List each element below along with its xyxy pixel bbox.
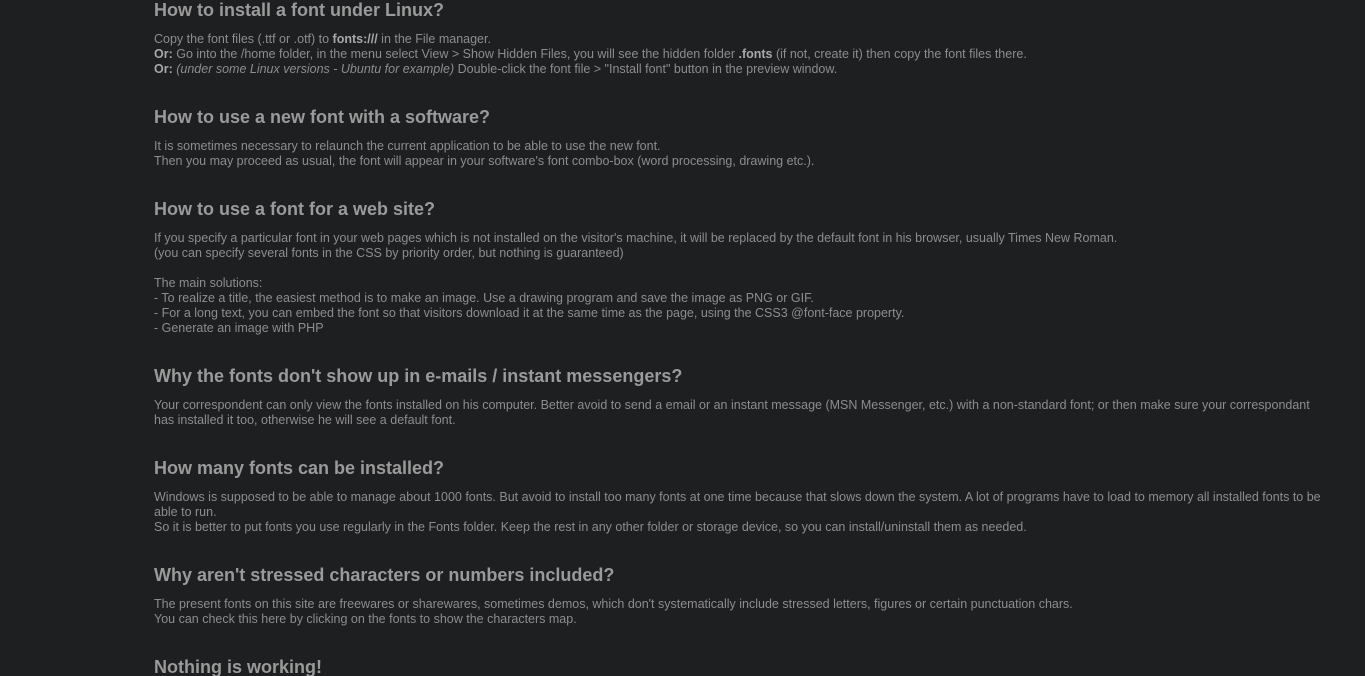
text-line: Windows is supposed to be able to manage… — [154, 490, 1321, 519]
or-label: Or: — [154, 47, 173, 61]
faq-content: How to install a font under Linux? Copy … — [154, 0, 1329, 676]
faq-section-emails: Why the fonts don't show up in e-mails /… — [154, 358, 1329, 428]
faq-section-how-many: How many fonts can be installed? Windows… — [154, 450, 1329, 535]
section-title: How many fonts can be installed? — [154, 458, 445, 478]
text-line: It is sometimes necessary to relaunch th… — [154, 139, 661, 153]
text-line: If you specify a particular font in your… — [154, 231, 1118, 245]
text-line: The main solutions: — [154, 276, 263, 290]
or-label: Or: — [154, 62, 173, 76]
text-line: (you can specify several fonts in the CS… — [154, 246, 624, 260]
section-body: The present fonts on this site are freew… — [154, 597, 1329, 627]
faq-section-web: How to use a font for a web site? If you… — [154, 191, 1329, 336]
section-title: Why the fonts don't show up in e-mails /… — [154, 366, 683, 386]
list-item: - Generate an image with PHP — [154, 321, 324, 335]
list-item: - To realize a title, the easiest method… — [154, 291, 814, 305]
text-line: Or: (under some Linux versions - Ubuntu … — [154, 62, 838, 76]
faq-section-linux: How to install a font under Linux? Copy … — [154, 0, 1329, 77]
section-title: Nothing is working! — [154, 657, 322, 676]
fonts-path: fonts:/// — [332, 32, 378, 46]
section-body: If you specify a particular font in your… — [154, 231, 1329, 336]
faq-section-software: How to use a new font with a software? I… — [154, 99, 1329, 169]
text-line: Copy the font files (.ttf or .otf) to fo… — [154, 32, 491, 46]
faq-section-stressed-chars: Why aren't stressed characters or number… — [154, 557, 1329, 627]
text-line: Or: Go into the /home folder, in the men… — [154, 47, 1027, 61]
faq-section-nothing-working: Nothing is working! — [154, 649, 1329, 676]
text-line: You can check this here by clicking on t… — [154, 612, 577, 626]
section-title: How to install a font under Linux? — [154, 0, 444, 20]
section-title: How to use a font for a web site? — [154, 199, 436, 219]
section-body: It is sometimes necessary to relaunch th… — [154, 139, 1329, 169]
list-item: - For a long text, you can embed the fon… — [154, 306, 905, 320]
ubuntu-note: (under some Linux versions - Ubuntu for … — [176, 62, 455, 76]
text-line: Then you may proceed as usual, the font … — [154, 154, 815, 168]
text-line: Your correspondent can only view the fon… — [154, 398, 1310, 427]
fonts-folder-name: .fonts — [738, 47, 773, 61]
section-body: Windows is supposed to be able to manage… — [154, 490, 1329, 535]
section-body: Your correspondent can only view the fon… — [154, 398, 1329, 428]
section-title: Why aren't stressed characters or number… — [154, 565, 615, 585]
text-line: The present fonts on this site are freew… — [154, 597, 1073, 611]
text-line: So it is better to put fonts you use reg… — [154, 520, 1027, 534]
section-title: How to use a new font with a software? — [154, 107, 491, 127]
section-body: Copy the font files (.ttf or .otf) to fo… — [154, 32, 1329, 77]
